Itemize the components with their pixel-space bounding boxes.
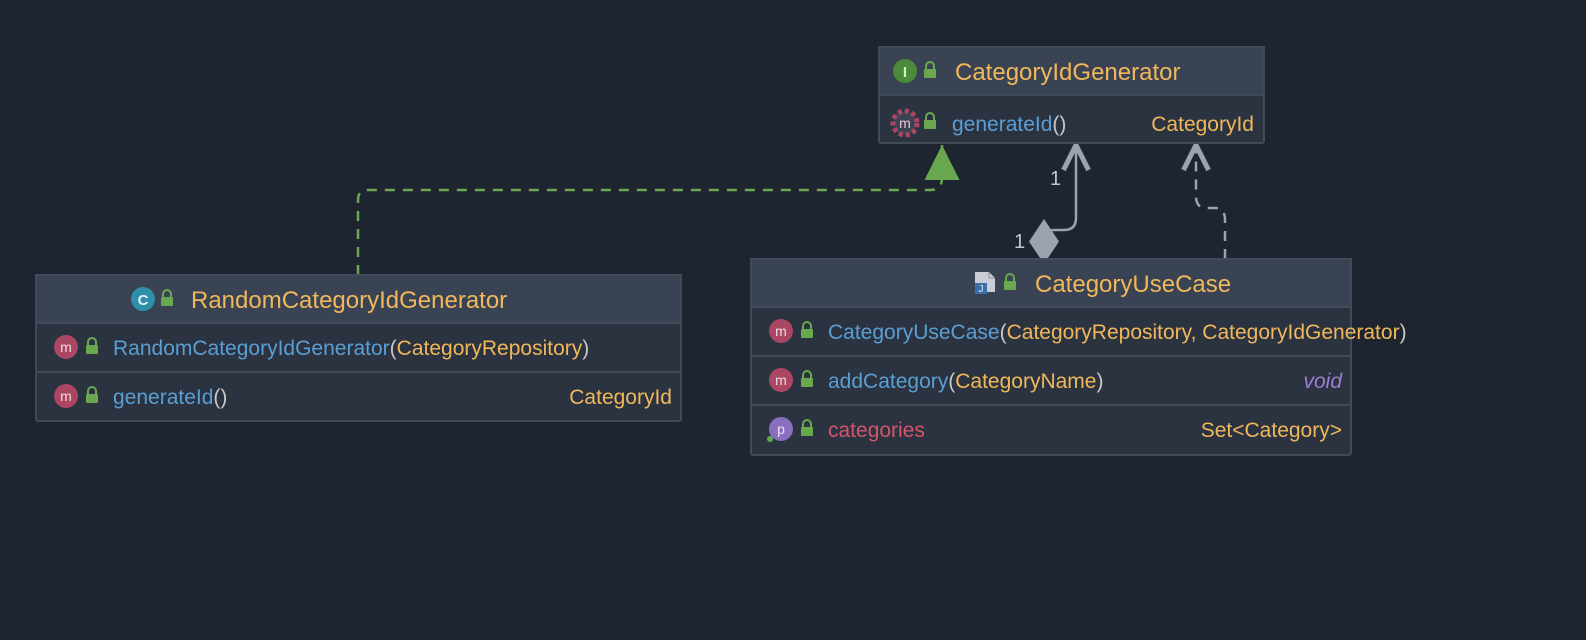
member-name: CategoryUseCase xyxy=(828,321,1000,344)
interface-icon: I xyxy=(903,64,907,81)
method-icon: m xyxy=(775,323,787,339)
member-return: CategoryId xyxy=(1151,113,1254,136)
abstract-method-icon: m xyxy=(893,111,917,135)
class-title: RandomCategoryIdGenerator xyxy=(191,287,507,314)
member-name: RandomCategoryIdGenerator xyxy=(113,337,390,360)
method-icon: m xyxy=(60,339,72,355)
method-icon: m xyxy=(775,372,787,388)
svg-text:generateId(): generateId() xyxy=(113,386,227,409)
svg-text:J: J xyxy=(979,284,984,295)
member-row[interactable]: m CategoryUseCase(CategoryRepository, Ca… xyxy=(769,319,1407,344)
relation-implements xyxy=(358,145,942,275)
class-title: CategoryUseCase xyxy=(1035,271,1231,298)
member-return: void xyxy=(1303,370,1343,393)
java-class-icon: J xyxy=(975,272,995,295)
uml-diagram: 1 1 I CategoryIdGenerator m generateId()… xyxy=(0,0,1586,640)
class-icon: C xyxy=(138,292,149,309)
property-icon: p xyxy=(777,421,785,437)
svg-text:m: m xyxy=(899,115,911,131)
member-return: Set<Category> xyxy=(1201,419,1342,442)
member-name: addCategory xyxy=(828,370,949,393)
svg-text:CategoryUseCase(CategoryReposi: CategoryUseCase(CategoryRepository, Cate… xyxy=(828,321,1407,344)
svg-text:RandomCategoryIdGenerator(Cate: RandomCategoryIdGenerator(CategoryReposi… xyxy=(113,337,589,360)
svg-text:generateId(): generateId() xyxy=(952,113,1066,136)
method-icon: m xyxy=(60,388,72,404)
multiplicity-from: 1 xyxy=(1014,231,1025,253)
class-title: CategoryIdGenerator xyxy=(955,59,1180,86)
member-return: CategoryId xyxy=(569,386,672,409)
class-random-category-id-generator[interactable]: C RandomCategoryIdGenerator m RandomCate… xyxy=(36,275,681,421)
member-row[interactable]: m RandomCategoryIdGenerator(CategoryRepo… xyxy=(54,335,589,360)
class-category-use-case[interactable]: J CategoryUseCase m CategoryUseCase(Cate… xyxy=(751,259,1407,455)
relation-aggregation xyxy=(1044,145,1076,259)
svg-text:addCategory(CategoryName): addCategory(CategoryName) xyxy=(828,370,1103,393)
member-name: categories xyxy=(828,419,925,442)
relation-dependency xyxy=(1196,145,1225,259)
member-name: generateId xyxy=(113,386,213,409)
member-name: generateId xyxy=(952,113,1052,136)
multiplicity-to: 1 xyxy=(1050,168,1061,190)
class-category-id-generator[interactable]: I CategoryIdGenerator m generateId() Cat… xyxy=(879,47,1264,143)
